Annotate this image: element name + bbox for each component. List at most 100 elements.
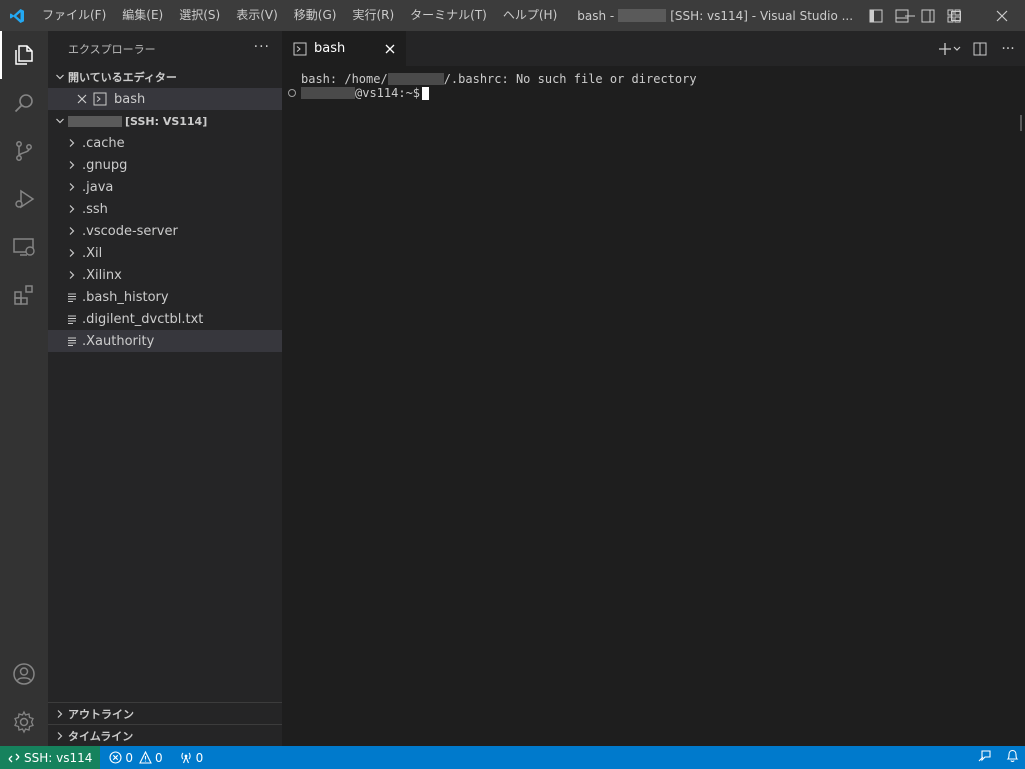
error-icon <box>109 751 122 764</box>
terminal-panel[interactable]: bash: /home/ /.bashrc: No such file or di… <box>282 66 1012 746</box>
terminal-scrollbar[interactable] <box>1011 66 1025 746</box>
chevron-right-icon <box>64 267 80 283</box>
command-decoration-icon[interactable] <box>288 89 296 97</box>
window-title-prefix: bash - <box>577 8 615 23</box>
tree-folder-xilinx[interactable]: .Xilinx <box>48 264 282 286</box>
account-icon[interactable] <box>0 650 48 698</box>
toggle-primary-sidebar-icon[interactable] <box>865 5 887 27</box>
tree-folder-vscode-server[interactable]: .vscode-server <box>48 220 282 242</box>
outline-title: アウトライン <box>68 707 134 721</box>
menu-file[interactable]: ファイル(F) <box>34 0 114 31</box>
tree-folder-xil[interactable]: .Xil <box>48 242 282 264</box>
chevron-right-icon <box>52 706 68 722</box>
terminal-line-prompt: @vs114:~$ <box>288 86 1012 100</box>
split-editor-icon[interactable] <box>969 38 991 60</box>
notifications-bell-icon[interactable] <box>1006 749 1019 766</box>
close-editor-icon[interactable] <box>74 91 90 107</box>
file-tree: .cache .gnupg .java .ssh .vscode-server … <box>48 132 282 352</box>
text-file-icon <box>64 289 80 305</box>
open-editors-section[interactable]: 開いているエディター <box>48 66 282 88</box>
file-label: .Xauthority <box>82 333 155 349</box>
menu-help[interactable]: ヘルプ(H) <box>495 0 565 31</box>
explorer-sidebar: エクスプローラー ··· 開いているエディター bash [SSH: VS114… <box>48 31 282 746</box>
redacted-workspace-name <box>68 115 122 127</box>
menu-selection[interactable]: 選択(S) <box>171 0 228 31</box>
redacted-prompt-user <box>301 87 355 99</box>
folder-label: .cache <box>82 135 125 151</box>
more-actions-icon[interactable]: ··· <box>254 39 270 55</box>
redacted-home-user <box>387 73 444 85</box>
menu-edit[interactable]: 編集(E) <box>114 0 171 31</box>
remote-icon <box>8 753 20 762</box>
search-icon[interactable] <box>0 79 48 127</box>
tree-folder-gnupg[interactable]: .gnupg <box>48 154 282 176</box>
workspace-title: [SSH: VS114] <box>125 114 208 128</box>
tree-folder-java[interactable]: .java <box>48 176 282 198</box>
chevron-down-icon <box>52 113 68 129</box>
timeline-section[interactable]: タイムライン <box>48 724 282 746</box>
file-label: .bash_history <box>82 289 169 305</box>
remote-label: SSH: vs114 <box>24 750 93 765</box>
tab-actions: ··· <box>937 31 1019 66</box>
tree-file-xauthority[interactable]: .Xauthority <box>48 330 282 352</box>
open-editor-item-bash[interactable]: bash <box>48 88 282 110</box>
menu-run[interactable]: 実行(R) <box>344 0 402 31</box>
ports-indicator[interactable]: 0 <box>174 746 209 769</box>
run-debug-icon[interactable] <box>0 175 48 223</box>
remote-explorer-icon[interactable] <box>0 223 48 271</box>
terminal-icon <box>292 41 308 57</box>
tree-file-digilent[interactable]: .digilent_dvctbl.txt <box>48 308 282 330</box>
explorer-icon[interactable] <box>0 31 48 79</box>
folder-label: .gnupg <box>82 157 128 173</box>
remote-indicator[interactable]: SSH: vs114 <box>0 746 101 769</box>
menu-bar: ファイル(F) 編集(E) 選択(S) 表示(V) 移動(G) 実行(R) ター… <box>34 0 565 31</box>
terminal-text: /.bashrc: No such file or directory <box>443 72 697 86</box>
editor-more-actions-icon[interactable]: ··· <box>997 38 1019 60</box>
error-count: 0 <box>125 750 134 765</box>
text-file-icon <box>64 311 80 327</box>
sidebar-bottom-sections: アウトライン タイムライン <box>48 702 282 746</box>
terminal-line-error: bash: /home/ /.bashrc: No such file or di… <box>301 72 1012 86</box>
chevron-right-icon <box>64 223 80 239</box>
folder-label: .java <box>82 179 114 195</box>
scrollbar-marker <box>1020 115 1022 131</box>
warning-count: 0 <box>155 750 163 765</box>
extensions-icon[interactable] <box>0 271 48 319</box>
tab-bash[interactable]: bash <box>282 31 406 66</box>
folder-label: .Xilinx <box>82 267 122 283</box>
chevron-right-icon <box>64 201 80 217</box>
menu-go[interactable]: 移動(G) <box>286 0 345 31</box>
outline-section[interactable]: アウトライン <box>48 702 282 724</box>
new-terminal-icon[interactable] <box>937 38 963 60</box>
sidebar-header: エクスプローラー ··· <box>48 31 282 66</box>
manage-gear-icon[interactable] <box>0 698 48 746</box>
maximize-icon[interactable] <box>933 0 979 31</box>
chevron-down-icon <box>52 69 68 85</box>
menu-terminal[interactable]: ターミナル(T) <box>402 0 495 31</box>
feedback-icon[interactable] <box>977 749 992 766</box>
menu-view[interactable]: 表示(V) <box>228 0 286 31</box>
tab-label: bash <box>314 41 346 56</box>
redacted-username <box>618 9 667 22</box>
problems-indicator[interactable]: 0 0 <box>104 746 167 769</box>
open-editor-label: bash <box>114 91 146 107</box>
activity-bar <box>0 31 48 746</box>
timeline-title: タイムライン <box>68 729 134 743</box>
tree-folder-cache[interactable]: .cache <box>48 132 282 154</box>
tree-folder-ssh[interactable]: .ssh <box>48 198 282 220</box>
tab-bar: bash ··· <box>282 31 1025 66</box>
editor-area: bash ··· bash: /home/ /.bashrc: No such f… <box>282 31 1025 746</box>
close-tab-icon[interactable] <box>382 41 398 57</box>
close-window-icon[interactable] <box>979 0 1025 31</box>
title-bar: ファイル(F) 編集(E) 選択(S) 表示(V) 移動(G) 実行(R) ター… <box>0 0 1025 31</box>
chevron-right-icon <box>64 157 80 173</box>
tree-file-bash-history[interactable]: .bash_history <box>48 286 282 308</box>
source-control-icon[interactable] <box>0 127 48 175</box>
ports-count: 0 <box>195 750 204 765</box>
chevron-right-icon <box>64 179 80 195</box>
file-label: .digilent_dvctbl.txt <box>82 311 204 327</box>
minimize-icon[interactable] <box>887 0 933 31</box>
window-controls <box>887 0 1025 31</box>
workspace-section[interactable]: [SSH: VS114] <box>48 110 282 132</box>
window-title: bash - [SSH: vs114] - Visual Studio ... <box>577 9 853 23</box>
